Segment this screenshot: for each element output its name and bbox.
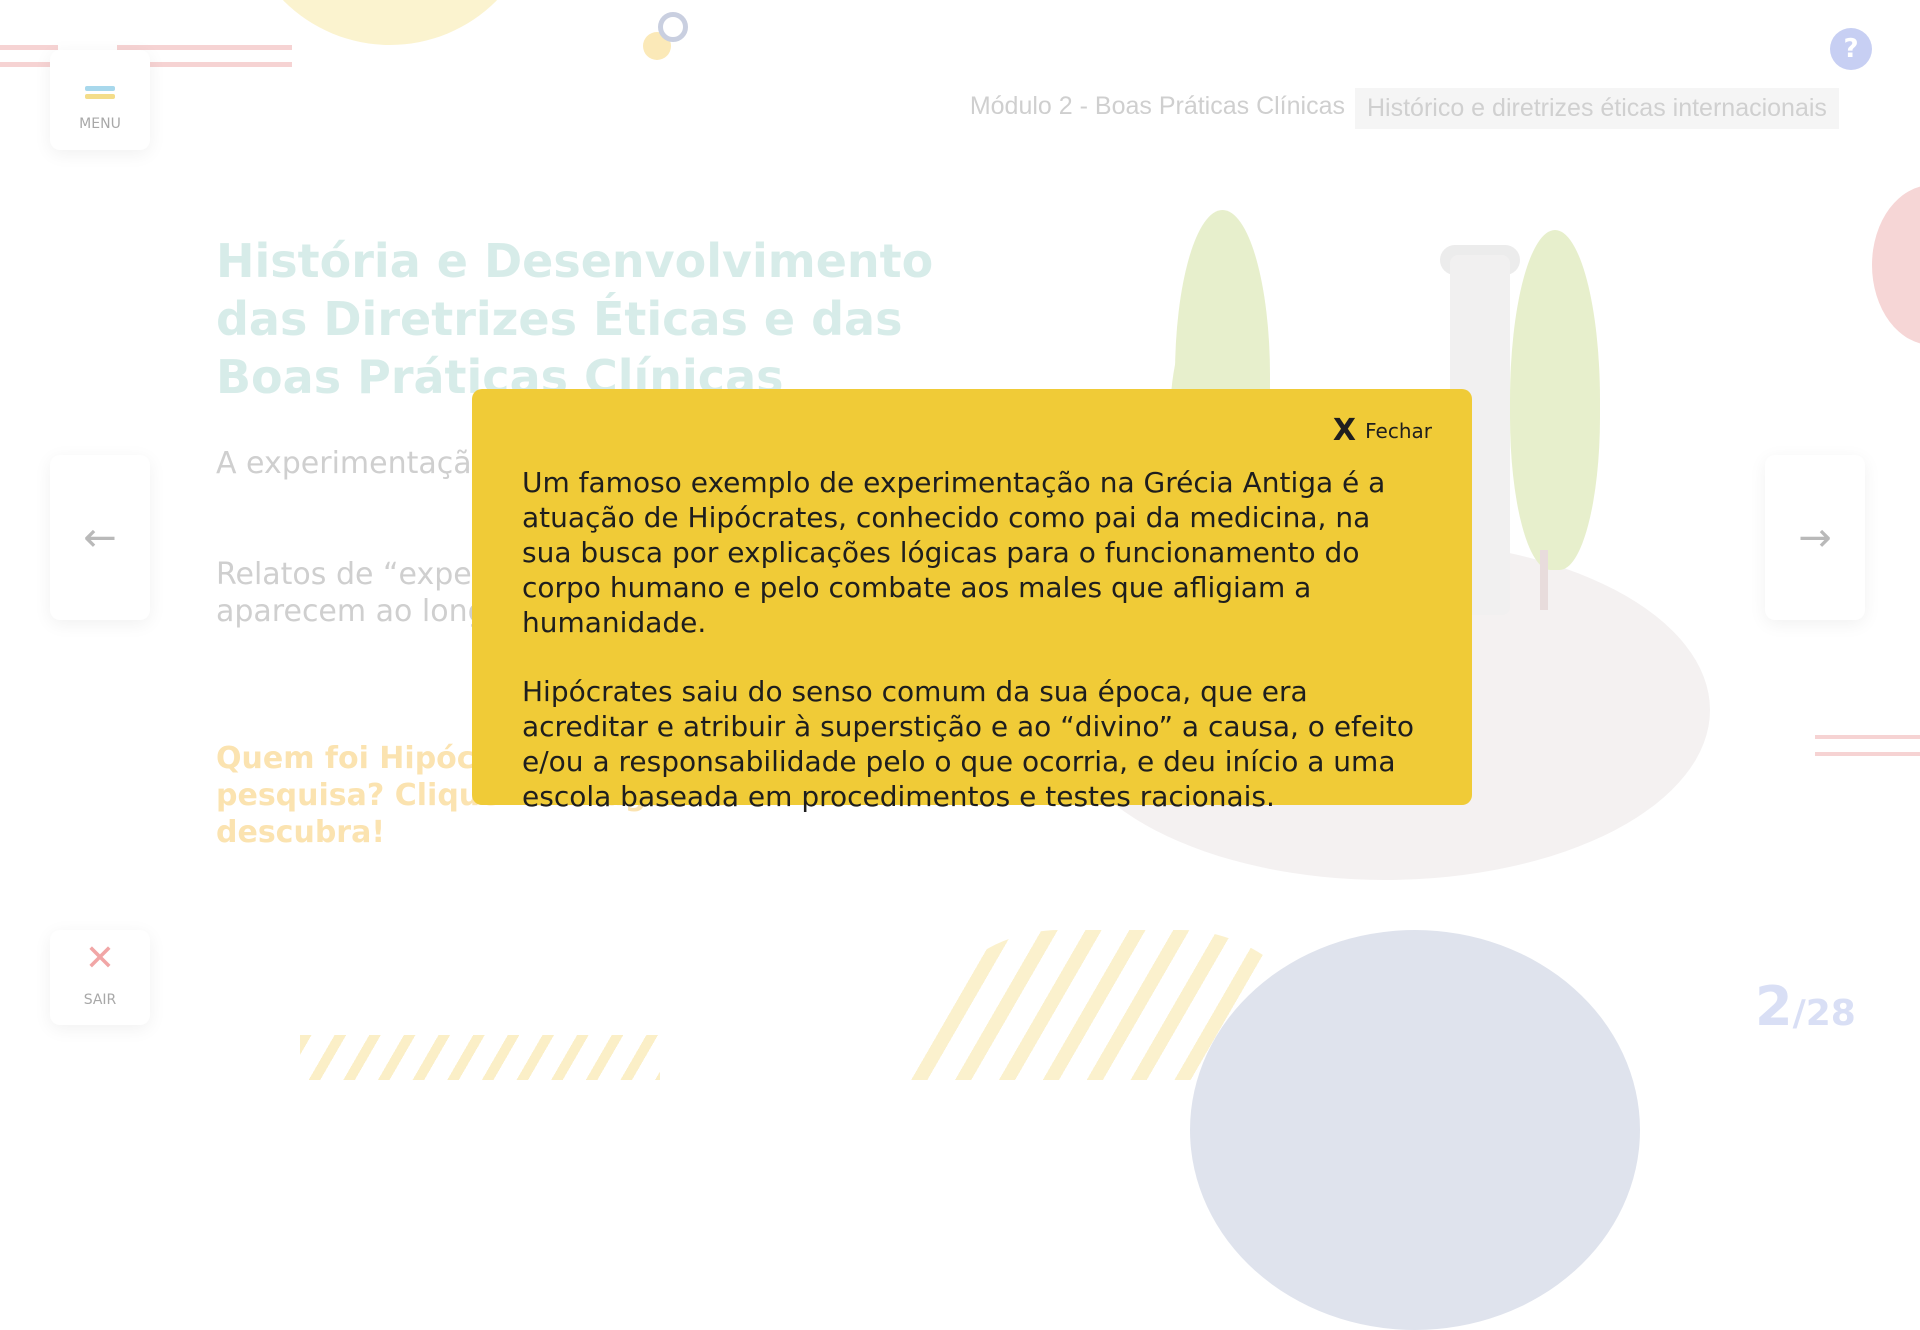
previous-button[interactable]: ← [50, 455, 150, 620]
page-counter: 2/28 [1755, 975, 1856, 1038]
decorative-ring [658, 12, 688, 42]
exit-label: SAIR [83, 992, 117, 1008]
decorative-circle-bottom [1190, 930, 1640, 1330]
decorative-stripes-bottom [300, 1035, 660, 1080]
close-button[interactable]: X Fechar [1333, 413, 1432, 448]
tree-trunk [1540, 550, 1548, 610]
tree-icon [1510, 230, 1600, 570]
page-total: /28 [1792, 993, 1856, 1034]
help-button[interactable]: ? [1830, 28, 1872, 70]
menu-button[interactable]: MENU [50, 50, 150, 150]
modal-paragraph: Um famoso exemplo de experimentação na G… [522, 466, 1386, 639]
close-x-icon: ✕ [84, 938, 116, 979]
page-title: História e Desenvolvimento das Diretrize… [216, 234, 934, 404]
modal-paragraph: Hipócrates saiu do senso comum da sua ép… [522, 675, 1415, 813]
decorative-circle [240, 0, 540, 45]
next-button[interactable]: → [1765, 455, 1865, 620]
arrow-right-icon: → [1798, 515, 1832, 561]
page-current: 2 [1755, 975, 1793, 1038]
info-modal: X Fechar Um famoso exemplo de experiment… [472, 389, 1472, 813]
menu-label: MENU [79, 116, 121, 132]
decorative-circle-right [1872, 185, 1920, 345]
arrow-left-icon: ← [83, 515, 117, 561]
exit-button[interactable]: ✕ SAIR [50, 930, 150, 1025]
module-title: Módulo 2 - Boas Práticas Clínicas [969, 92, 1345, 120]
close-icon: X [1332, 413, 1357, 448]
close-label: Fechar [1365, 418, 1432, 443]
topic-title: Histórico e diretrizes éticas internacio… [1355, 88, 1839, 129]
